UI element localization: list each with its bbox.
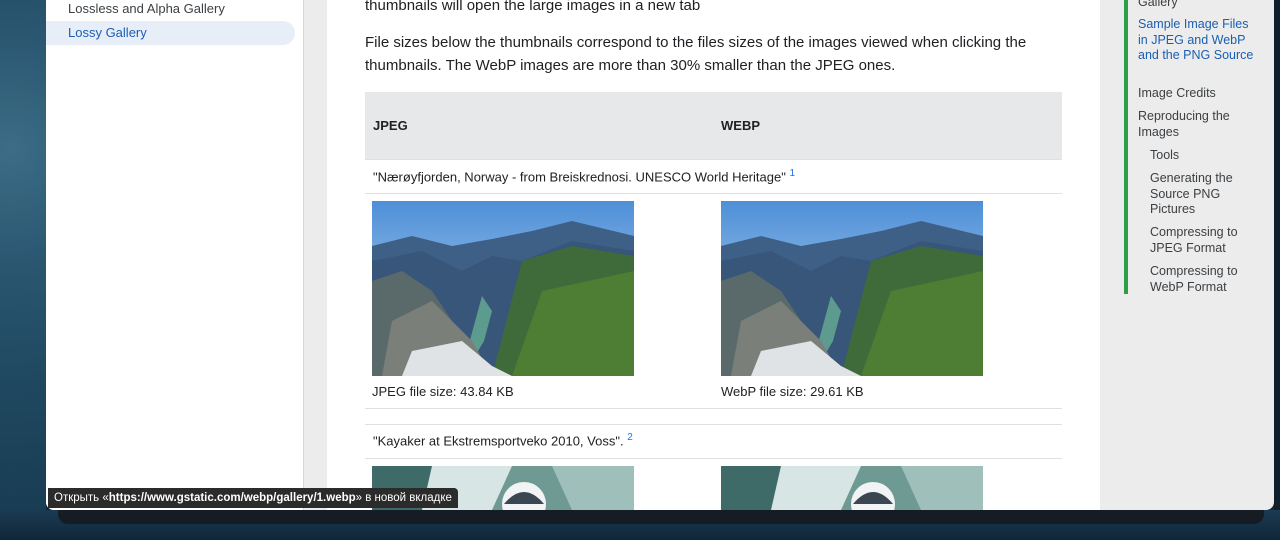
table-header: JPEG WEBP bbox=[365, 92, 1062, 159]
intro-text: thumbnails will open the large images in… bbox=[365, 0, 701, 14]
nav-item-lossy-gallery[interactable]: Lossy Gallery bbox=[46, 21, 295, 45]
toc-item-compressing-webp[interactable]: Compressing to WebP Format bbox=[1150, 264, 1260, 295]
toc-item-sample-image-files[interactable]: Sample Image Files in JPEG and WebP and … bbox=[1138, 17, 1258, 64]
column-header-jpeg: JPEG bbox=[373, 118, 408, 133]
window-shadow bbox=[58, 510, 1264, 524]
toc-item-reproducing-images[interactable]: Reproducing the Images bbox=[1138, 109, 1258, 140]
table-divider bbox=[365, 424, 1062, 425]
table-divider bbox=[365, 458, 1062, 459]
desktop-wallpaper bbox=[0, 0, 46, 540]
row-caption-2: "Kayaker at Ekstremsportveko 2010, Voss"… bbox=[373, 432, 633, 448]
caption-text: "Nærøyfjorden, Norway - from Breiskredno… bbox=[373, 169, 786, 185]
toc-item-compressing-jpeg[interactable]: Compressing to JPEG Format bbox=[1150, 225, 1260, 256]
jpeg-thumbnail-fjord[interactable] bbox=[372, 201, 634, 376]
footnote-link-2[interactable]: 2 bbox=[627, 432, 633, 443]
link-status-bar: Открыть «https://www.gstatic.com/webp/ga… bbox=[48, 488, 458, 508]
webp-file-size: WebP file size: 29.61 KB bbox=[721, 384, 864, 399]
left-navigation: Lossless and Alpha Gallery Lossy Gallery bbox=[46, 0, 304, 510]
nav-item-lossless-gallery[interactable]: Lossless and Alpha Gallery bbox=[46, 0, 225, 21]
toc-item-image-credits[interactable]: Image Credits bbox=[1138, 86, 1258, 102]
jpeg-file-size: JPEG file size: 43.84 KB bbox=[372, 384, 514, 399]
column-header-webp: WEBP bbox=[721, 118, 760, 133]
toc-item-tools[interactable]: Tools bbox=[1150, 148, 1260, 164]
row-caption-1: "Nærøyfjorden, Norway - from Breiskredno… bbox=[373, 168, 795, 184]
browser-window: Lossless and Alpha Gallery Lossy Gallery… bbox=[46, 0, 1274, 510]
webp-thumbnail-fjord[interactable] bbox=[721, 201, 983, 376]
file-size-note: File sizes below the thumbnails correspo… bbox=[365, 34, 1027, 74]
webp-thumbnail-kayaker[interactable] bbox=[721, 466, 983, 510]
toc-item-generating-source-png[interactable]: Generating the Source PNG Pictures bbox=[1150, 171, 1260, 218]
status-url: https://www.gstatic.com/webp/gallery/1.w… bbox=[108, 492, 356, 504]
table-of-contents: Gallery Sample Image Files in JPEG and W… bbox=[1124, 0, 1274, 510]
table-divider bbox=[365, 193, 1062, 194]
main-content: thumbnails will open the large images in… bbox=[327, 0, 1100, 510]
status-prefix: Открыть « bbox=[54, 492, 109, 504]
desktop-edge bbox=[1274, 0, 1280, 540]
footnote-link-1[interactable]: 1 bbox=[789, 168, 795, 179]
toc-progress-bar bbox=[1124, 0, 1128, 294]
table-divider bbox=[365, 408, 1062, 409]
toc-item-gallery[interactable]: Gallery bbox=[1138, 0, 1258, 11]
caption-text: "Kayaker at Ekstremsportveko 2010, Voss"… bbox=[373, 433, 624, 449]
table-divider bbox=[365, 159, 1062, 160]
status-suffix: » в новой вкладке bbox=[355, 492, 452, 504]
